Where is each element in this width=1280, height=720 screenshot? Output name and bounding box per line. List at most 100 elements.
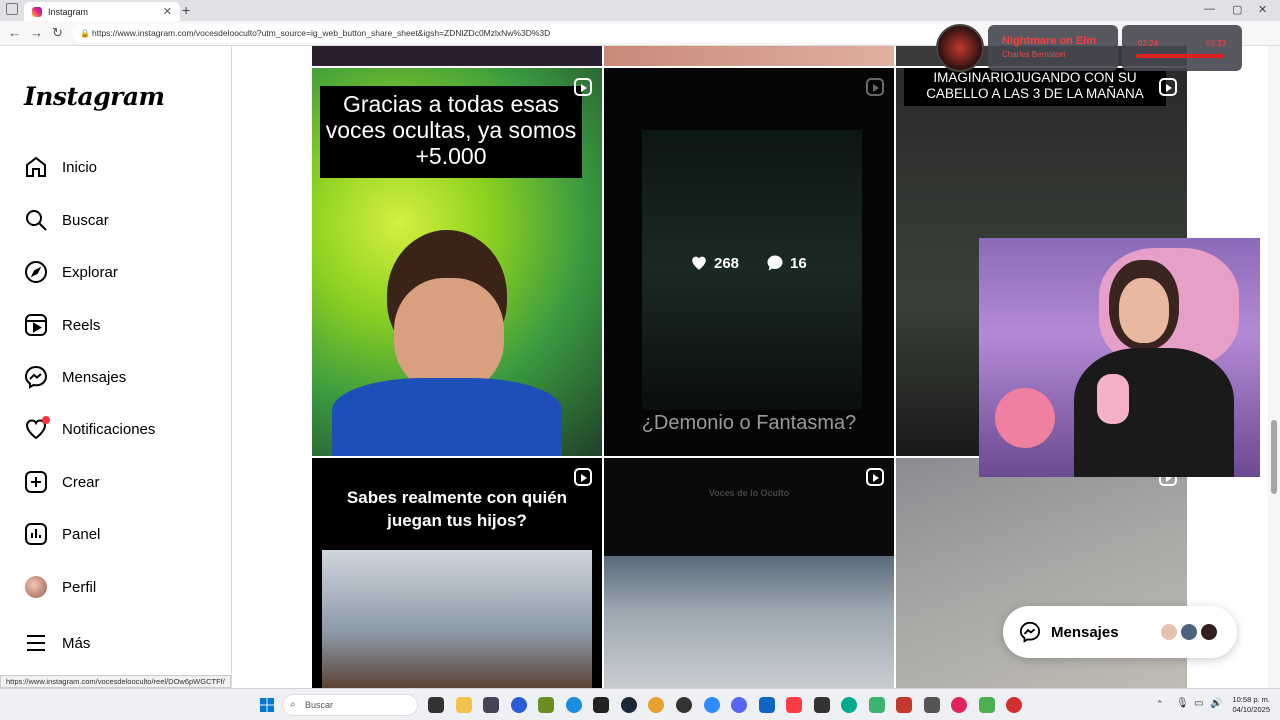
nav-item-notificaciones[interactable]: Notificaciones xyxy=(24,414,155,444)
minecraft-icon[interactable] xyxy=(538,697,554,713)
app-icon[interactable] xyxy=(483,697,499,713)
volume-icon[interactable]: 🔊 xyxy=(1210,698,1222,709)
post-reel-voces-lo-oculto[interactable]: Voces de lo Oculto xyxy=(604,458,894,688)
nav-item-inicio[interactable]: Inicio xyxy=(24,152,97,182)
nav-label: Inicio xyxy=(62,158,98,176)
messenger-icon xyxy=(1019,621,1041,643)
url-text: https://www.instagram.com/vocesdeloocult… xyxy=(92,28,551,38)
status-link-preview: https://www.instagram.com/vocesdeloocult… xyxy=(0,675,231,688)
forward-icon[interactable]: → xyxy=(30,25,43,40)
app-icon[interactable] xyxy=(979,697,995,713)
profile-avatar-wrap xyxy=(24,575,48,599)
track-total: 03:33 xyxy=(1205,39,1226,48)
app-icon[interactable] xyxy=(814,697,830,713)
microphone-icon[interactable]: 🎙 xyxy=(1176,698,1189,709)
compass-icon xyxy=(24,260,48,284)
post-reel-voces-ocultas[interactable]: Gracias a todas esas voces ocultas, ya s… xyxy=(312,68,602,456)
nav-item-mensajes[interactable]: Mensajes xyxy=(24,362,126,392)
app-icon[interactable] xyxy=(511,697,527,713)
reload-icon[interactable]: ↻ xyxy=(52,25,63,41)
nav-label: Notificaciones xyxy=(62,420,156,438)
window-menu-icon[interactable] xyxy=(6,3,18,15)
reel-icon xyxy=(574,78,592,96)
app-icon[interactable] xyxy=(759,697,775,713)
new-tab-icon[interactable]: + xyxy=(182,2,190,18)
music-mini-player[interactable]: Nightmare on Elm Charles Bernstein 03:24… xyxy=(936,24,1242,72)
messenger-icon xyxy=(24,365,48,389)
url-input[interactable]: 🔒 https://www.instagram.com/vocesdeloocu… xyxy=(72,24,972,43)
streamer-webcam xyxy=(979,238,1260,477)
webcam-microphone xyxy=(1097,374,1129,424)
edge-icon[interactable] xyxy=(566,697,582,713)
maximize-icon[interactable]: ▢ xyxy=(1232,3,1242,16)
reel-icon xyxy=(866,78,884,96)
chrome-icon[interactable] xyxy=(648,697,664,713)
track-title: Nightmare on Elm xyxy=(1002,35,1097,47)
app-icon[interactable] xyxy=(951,697,967,713)
clock-time: 10:58 p. m. xyxy=(1232,695,1270,704)
tab-title: Instagram xyxy=(48,6,89,17)
browser-tab-bar: Instagram ✕ + — ▢ ✕ xyxy=(0,0,1280,21)
app-icon[interactable] xyxy=(869,697,885,713)
messages-label: Mensajes xyxy=(1051,623,1119,641)
avatar xyxy=(1199,622,1219,642)
search-icon: ⌕ xyxy=(290,699,296,710)
avatar xyxy=(1179,622,1199,642)
nav-label: Panel xyxy=(62,525,101,543)
plus-square-icon xyxy=(24,470,48,494)
taskbar-clock[interactable]: 10:58 p. m. 04/10/2025 xyxy=(1226,695,1270,715)
nav-label: Más xyxy=(62,634,91,652)
home-icon xyxy=(24,155,48,179)
track-elapsed: 03:24 xyxy=(1138,39,1159,48)
app-icon[interactable] xyxy=(896,697,912,713)
post-thumbnail[interactable] xyxy=(312,46,602,66)
nav-item-mas[interactable]: Más xyxy=(24,628,90,658)
zoom-icon[interactable] xyxy=(704,697,720,713)
post-image-dark xyxy=(642,130,862,410)
app-icon[interactable] xyxy=(841,697,857,713)
close-tab-icon[interactable]: ✕ xyxy=(163,5,172,18)
app-icon[interactable] xyxy=(676,697,692,713)
nav-item-buscar[interactable]: Buscar xyxy=(24,205,109,235)
instagram-logo[interactable]: Instagram xyxy=(24,82,165,111)
nav-item-crear[interactable]: Crear xyxy=(24,467,100,497)
nav-item-perfil[interactable]: Perfil xyxy=(24,572,96,602)
app-icon[interactable] xyxy=(593,697,609,713)
taskbar-search[interactable]: ⌕ Buscar xyxy=(282,694,418,716)
nav-item-explorar[interactable]: Explorar xyxy=(24,257,118,287)
task-view-icon[interactable] xyxy=(428,697,444,713)
music-icon[interactable] xyxy=(786,697,802,713)
messages-button[interactable]: Mensajes xyxy=(1003,606,1237,658)
scrollbar-thumb[interactable] xyxy=(1271,420,1277,494)
browser-tab[interactable]: Instagram ✕ xyxy=(24,2,180,21)
close-window-icon[interactable]: ✕ xyxy=(1258,3,1267,16)
post-image xyxy=(604,556,894,688)
taskbar-search-placeholder: Buscar xyxy=(305,700,334,710)
progress-bar xyxy=(1136,54,1224,58)
comments-stat: 16 xyxy=(766,254,807,272)
back-icon[interactable]: ← xyxy=(8,25,21,40)
lock-icon: 🔒 xyxy=(80,29,90,38)
steam-icon[interactable] xyxy=(621,697,637,713)
track-time: 03:24 03:33 xyxy=(1122,25,1242,71)
minimize-icon[interactable]: — xyxy=(1204,3,1215,15)
file-explorer-icon[interactable] xyxy=(456,697,472,713)
windows-start-icon[interactable] xyxy=(260,698,274,712)
nav-label: Perfil xyxy=(62,578,97,596)
nav-item-reels[interactable]: Reels xyxy=(24,310,100,340)
reels-icon xyxy=(24,313,48,337)
post-caption: IMAGINARIOJUGANDO CON SU CABELLO A LAS 3… xyxy=(904,68,1166,106)
post-reel-con-quien-juegan[interactable]: Sabes realmente con quién juegan tus hij… xyxy=(312,458,602,688)
display-icon[interactable]: ▭ xyxy=(1194,698,1203,709)
nav-item-panel[interactable]: Panel xyxy=(24,519,100,549)
webcam-plush xyxy=(995,388,1055,448)
post-reel-demonio-fantasma[interactable]: 268 16 ¿Demonio o Fantasma? xyxy=(604,68,894,456)
tray-chevron-icon[interactable]: ⌃ xyxy=(1156,699,1164,710)
app-icon[interactable] xyxy=(1006,697,1022,713)
post-image xyxy=(322,550,592,688)
app-icon[interactable] xyxy=(924,697,940,713)
page-scrollbar[interactable] xyxy=(1268,46,1280,688)
post-thumbnail[interactable] xyxy=(604,46,894,66)
discord-icon[interactable] xyxy=(731,697,747,713)
nav-label: Buscar xyxy=(62,211,109,229)
